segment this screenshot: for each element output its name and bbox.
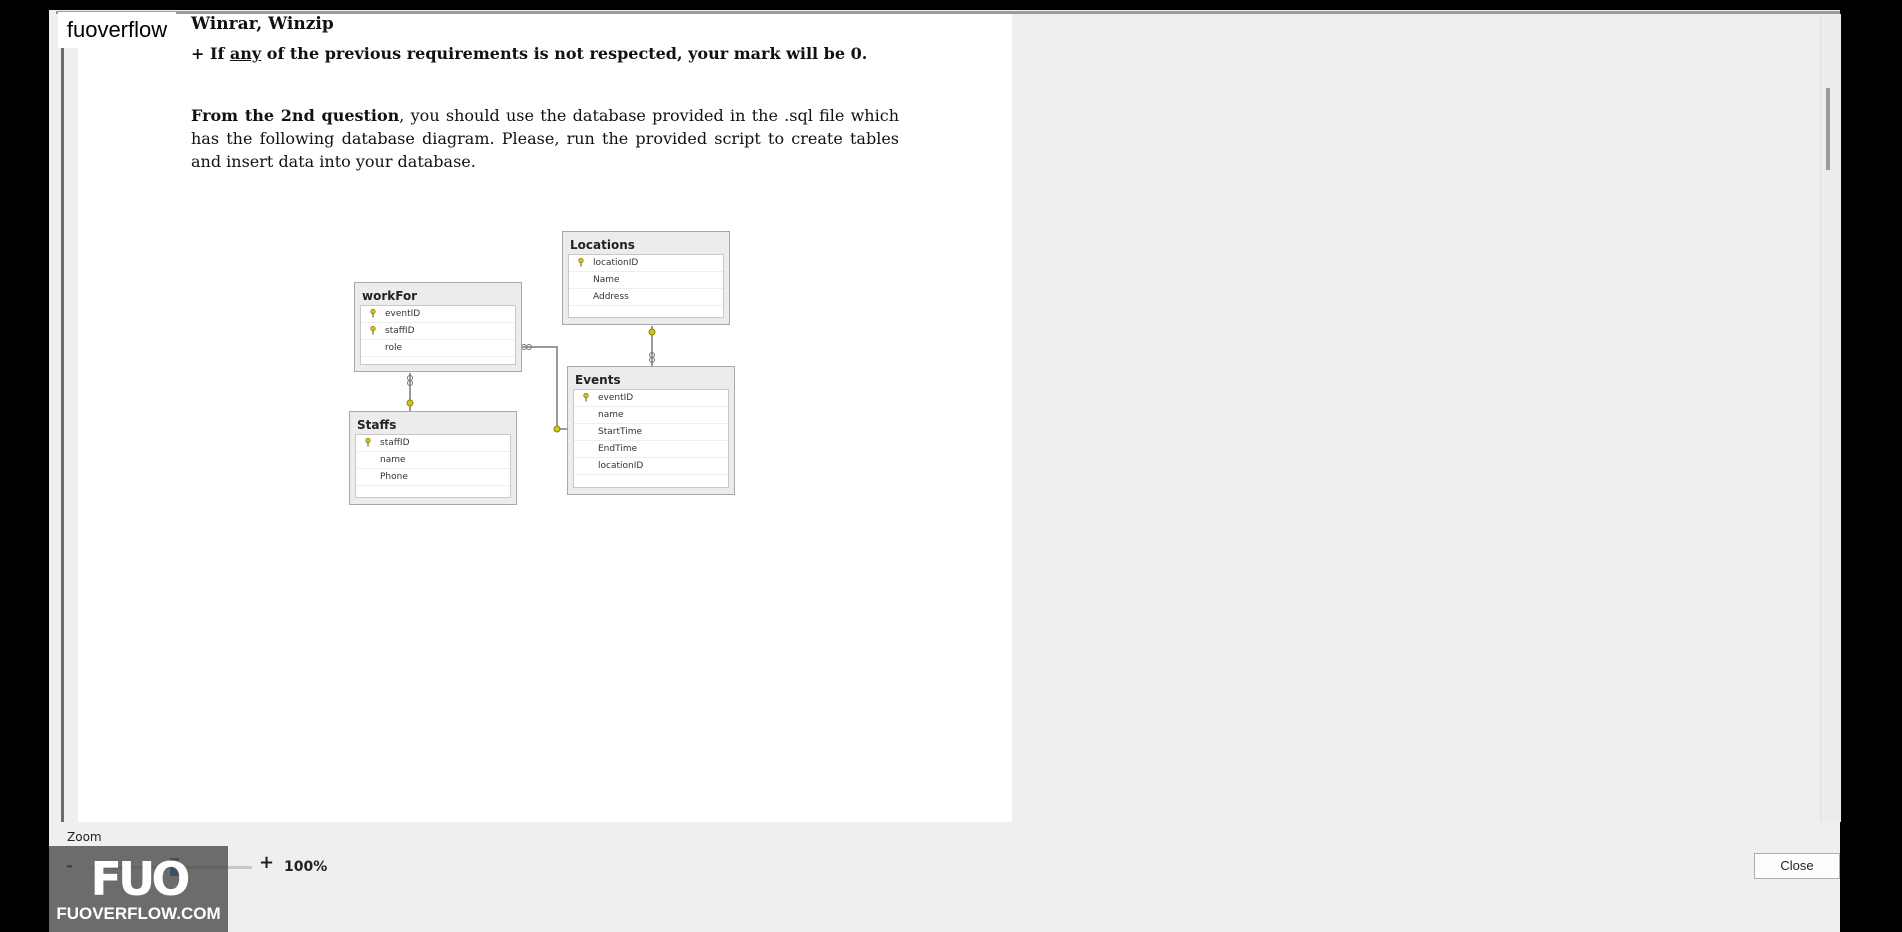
field-row: locationID <box>574 458 728 475</box>
database-diagram: Locations locationID Name Address workFo… <box>345 228 745 510</box>
viewer-background <box>1012 14 1820 822</box>
field-name: name <box>380 455 406 465</box>
field-name: name <box>598 410 624 420</box>
instruction-paragraph: From the 2nd question, you should use th… <box>191 104 899 173</box>
field-row: staffID <box>356 435 510 452</box>
field-row: eventID <box>361 306 515 323</box>
requirement-prefix: + If <box>191 44 230 63</box>
key-icon <box>370 326 376 335</box>
field-row: name <box>574 407 728 424</box>
table-name: Locations <box>570 238 635 252</box>
field-name: locationID <box>593 258 639 268</box>
connector-key-end <box>553 425 561 433</box>
zoom-in-button[interactable]: + <box>259 852 274 873</box>
table-name: Events <box>575 373 621 387</box>
field-name: StartTime <box>598 427 643 437</box>
field-row: EndTime <box>574 441 728 458</box>
connector-key-end <box>648 328 656 336</box>
site-logo: fuoverflow <box>58 12 176 48</box>
field-name: role <box>385 343 403 353</box>
field-row: staffID <box>361 323 515 340</box>
zoom-value: 100% <box>284 859 328 875</box>
title-line: Winrar, Winzip <box>191 14 334 34</box>
field-row: locationID <box>569 255 723 272</box>
field-name: staffID <box>380 438 410 448</box>
key-icon <box>365 438 371 447</box>
key-icon <box>578 258 584 267</box>
field-name: eventID <box>385 309 421 319</box>
requirement-suffix: of the previous requirements is not resp… <box>261 44 868 63</box>
left-border <box>61 12 64 822</box>
field-name: eventID <box>598 393 634 403</box>
close-button[interactable]: Close <box>1754 853 1840 879</box>
table-fields: eventID staffID role <box>360 305 516 365</box>
table-name: workFor <box>362 289 418 303</box>
table-events[interactable]: Events eventID name StartTime EndTime lo… <box>567 366 735 495</box>
table-locations[interactable]: Locations locationID Name Address <box>562 231 730 325</box>
requirement-underlined: any <box>229 44 262 63</box>
watermark-text: FUOVERFLOW.COM <box>56 904 221 923</box>
table-staffs[interactable]: Staffs staffID name Phone <box>349 411 517 505</box>
table-fields: staffID name Phone <box>355 434 511 498</box>
watermark: FUO FUOVERFLOW.COM <box>49 846 228 932</box>
connector-workfor-events <box>521 346 567 430</box>
connector-key-end <box>406 399 414 407</box>
field-row: eventID <box>574 390 728 407</box>
paragraph-bold: From the 2nd question <box>191 106 400 125</box>
field-name: Name <box>593 275 620 285</box>
field-row: StartTime <box>574 424 728 441</box>
field-name: locationID <box>598 461 644 471</box>
field-name: staffID <box>385 326 415 336</box>
table-fields: locationID Name Address <box>568 254 724 318</box>
field-row: Address <box>569 289 723 306</box>
table-fields: eventID name StartTime EndTime locationI… <box>573 389 729 488</box>
zoom-label: Zoom <box>67 830 102 844</box>
field-row: name <box>356 452 510 469</box>
field-row: Phone <box>356 469 510 486</box>
field-name: Address <box>593 292 629 302</box>
vertical-scrollbar[interactable] <box>1820 14 1841 822</box>
watermark-logo: FUO <box>90 852 191 906</box>
key-icon <box>370 309 376 318</box>
field-row: Name <box>569 272 723 289</box>
key-icon <box>583 393 589 402</box>
field-name: Phone <box>380 472 408 482</box>
field-name: EndTime <box>598 444 638 454</box>
table-workfor[interactable]: workFor eventID staffID role <box>354 282 522 372</box>
table-name: Staffs <box>357 418 397 432</box>
requirement-line: + If any of the previous requirements is… <box>191 44 867 63</box>
field-row: role <box>361 340 515 357</box>
scrollbar-thumb[interactable] <box>1826 88 1830 170</box>
